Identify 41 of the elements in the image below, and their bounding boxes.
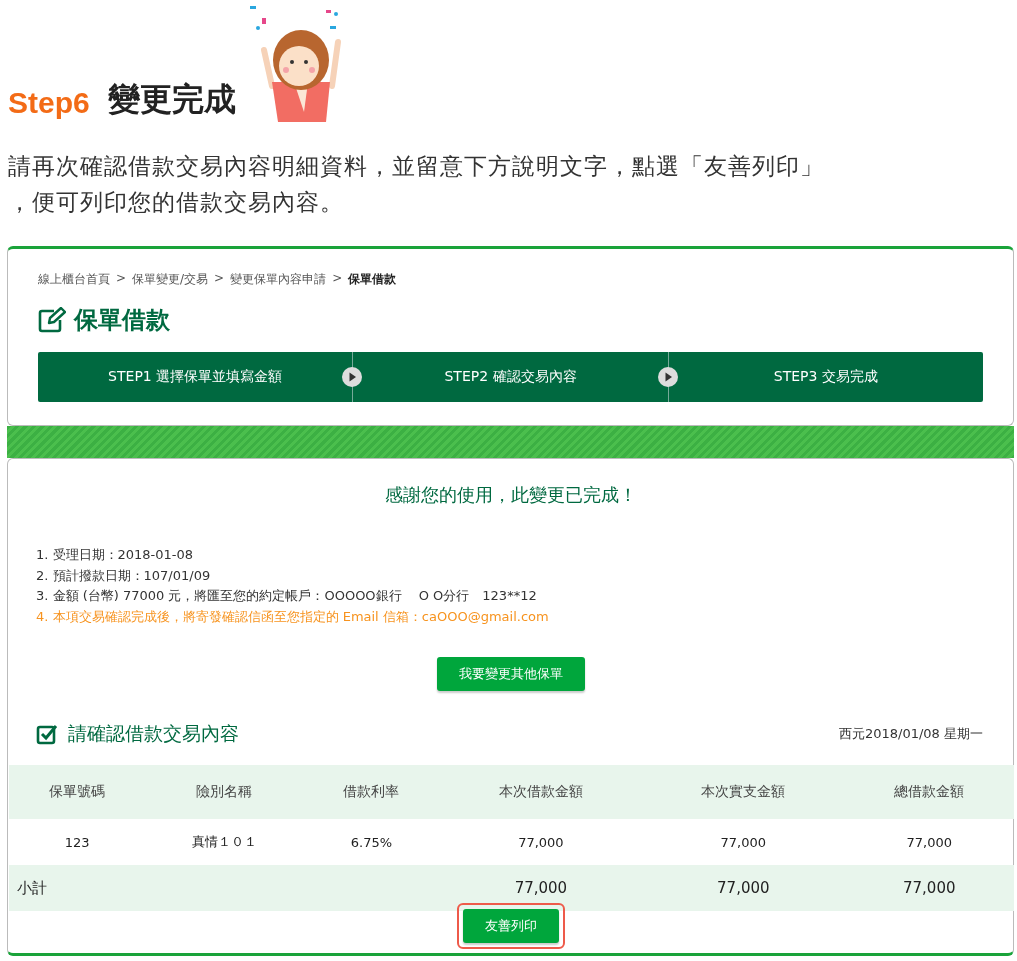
table-cell: 77,000 (844, 819, 1014, 865)
column-header: 本次實支金額 (642, 765, 845, 819)
breadcrumb-link[interactable]: 變更保單內容申請 (230, 271, 327, 288)
breadcrumb-link[interactable]: 線上櫃台首頁 (38, 271, 110, 288)
note-text: 3. 金額 (台幣) 77000 元，將匯至您的約定帳戶：OOOOO銀行 O O分行 123**12 (36, 587, 538, 605)
table-cell: 真情１０１ (145, 819, 304, 865)
instruction-text: 請再次確認借款交易內容明細資料，並留意下方說明文字，點選「友善列印」 ，便可列印您的借款交易內容。 (8, 152, 825, 217)
section-title: 請確認借款交易內容 (68, 721, 239, 746)
subtotal-cell: 77,000 (844, 865, 1014, 911)
play-icon (341, 366, 364, 388)
table-cell: 123 (9, 819, 146, 865)
column-header: 本次借款金額 (439, 765, 643, 819)
edit-icon (38, 307, 66, 333)
breadcrumb-link[interactable]: 保單借款 (348, 271, 397, 288)
date-text: 西元2018/01/08 星期一 (838, 725, 983, 743)
step-label: STEP1 選擇保單並填寫金額 (108, 368, 283, 386)
subtotal-label: 小計 (17, 878, 47, 897)
play-icon (656, 366, 679, 388)
subtotal-cell: 77,000 (439, 865, 643, 911)
breadcrumb-link[interactable]: 保單變更/交易 (132, 271, 209, 288)
step-title: 變更完成 (107, 79, 236, 120)
note-text: 4. 本項交易確認完成後，將寄發確認信函至您指定的 Email 信箱：caOOO@gmail.com (36, 607, 550, 626)
table-cell: 6.75% (303, 819, 440, 865)
table-cell: 77,000 (642, 819, 845, 865)
step-label: Step6 (8, 86, 90, 120)
completion-message: 感謝您的使用，此變更已完成！ (383, 483, 638, 507)
page-title: 保單借款 (74, 305, 170, 336)
note-text: 2. 預計撥款日期：107/01/09 (36, 566, 212, 585)
breadcrumb-separator: > (116, 271, 127, 287)
step-label: STEP3 交易完成 (773, 368, 878, 386)
subtotal-cell: 77,000 (642, 865, 845, 911)
column-header: 借款利率 (303, 765, 440, 819)
breadcrumb-separator: > (332, 271, 343, 287)
column-header: 保單號碼 (9, 765, 146, 819)
breadcrumb-separator: > (214, 271, 225, 287)
step-label: STEP2 確認交易內容 (444, 368, 577, 386)
checkbox-icon (36, 723, 58, 745)
table-cell: 77,000 (439, 819, 643, 865)
column-header: 總借款金額 (844, 765, 1014, 819)
note-text: 1. 受理日期：2018-01-08 (36, 546, 195, 564)
column-header: 險別名稱 (145, 765, 304, 819)
